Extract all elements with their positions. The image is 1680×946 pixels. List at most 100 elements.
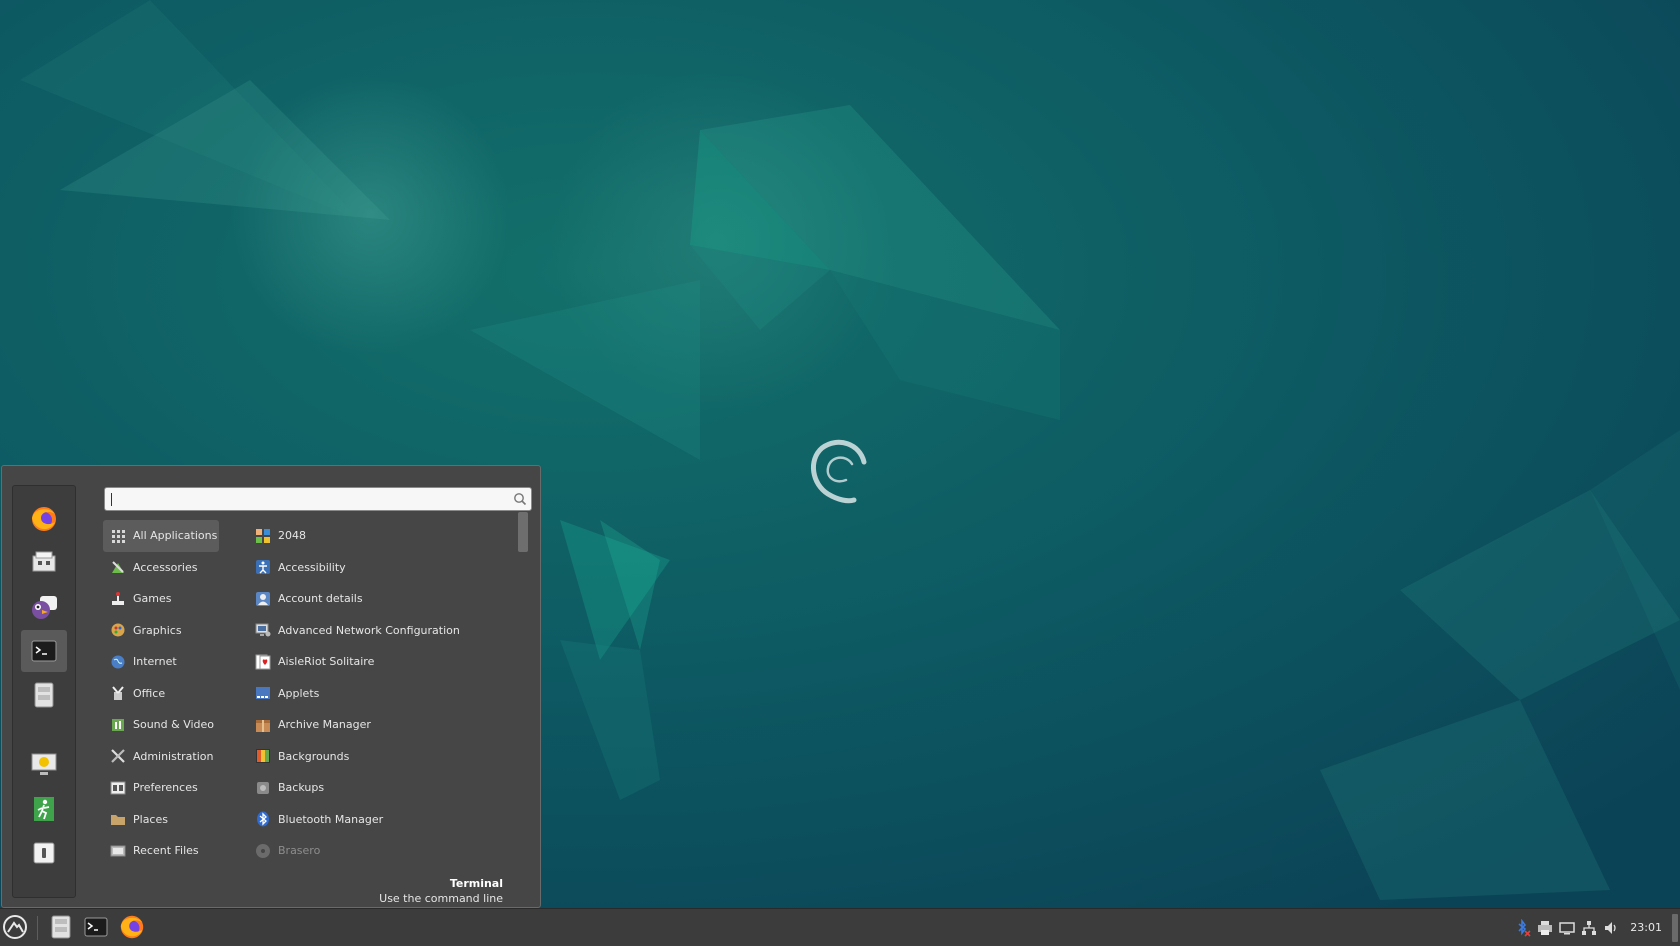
- grid-icon: [110, 528, 126, 544]
- selected-app-info: Terminal Use the command line: [379, 876, 503, 906]
- lock-screen-button[interactable]: [21, 744, 67, 786]
- favorite-pidgin[interactable]: [21, 586, 67, 628]
- launcher-file-manager[interactable]: [46, 912, 76, 942]
- category-places[interactable]: Places: [103, 804, 219, 836]
- volume-icon: [1605, 921, 1616, 934]
- shutdown-icon: [33, 842, 55, 864]
- app-backgrounds[interactable]: Backgrounds: [248, 741, 508, 773]
- app-advanced-network-configuration[interactable]: Advanced Network Configuration: [248, 615, 508, 647]
- app-aisleriot-solitaire[interactable]: AisleRiot Solitaire: [248, 646, 508, 678]
- category-games[interactable]: Games: [103, 583, 219, 615]
- app-label: Advanced Network Configuration: [278, 623, 460, 637]
- logout-icon: [34, 797, 54, 821]
- search-icon[interactable]: [513, 492, 527, 506]
- category-label: Graphics: [133, 623, 182, 637]
- folder-icon: [110, 811, 126, 827]
- app-label: Archive Manager: [278, 718, 371, 732]
- category-label: Games: [133, 592, 172, 606]
- category-list: All Applications Accessories Games Graph…: [103, 520, 219, 867]
- search-input[interactable]: [109, 490, 503, 510]
- app-label: Account details: [278, 592, 363, 606]
- games-icon: [110, 591, 126, 607]
- scrollbar-thumb[interactable]: [518, 512, 528, 552]
- category-administration[interactable]: Administration: [103, 741, 219, 773]
- app-brasero[interactable]: Brasero: [248, 835, 508, 867]
- app-label: Applets: [278, 686, 320, 700]
- display-tray[interactable]: [1558, 919, 1576, 937]
- show-desktop-button[interactable]: [1672, 914, 1678, 942]
- graphics-icon: [110, 622, 126, 638]
- preferences-icon: [110, 780, 126, 796]
- accessories-icon: [110, 559, 126, 575]
- sound-video-icon: [110, 717, 126, 733]
- category-sound-video[interactable]: Sound & Video: [103, 709, 219, 741]
- volume-tray[interactable]: [1602, 919, 1620, 937]
- app-list-scrollbar[interactable]: [517, 512, 528, 874]
- firefox-icon: [120, 915, 144, 939]
- favorite-file-manager[interactable]: [21, 674, 67, 716]
- launcher-terminal[interactable]: [81, 912, 111, 942]
- category-label: Preferences: [133, 781, 198, 795]
- category-all-applications[interactable]: All Applications: [103, 520, 219, 552]
- app-label: Backgrounds: [278, 749, 350, 763]
- panel-separator: [37, 916, 38, 940]
- system-tray: 23:01: [1514, 909, 1662, 946]
- category-label: Places: [133, 812, 168, 826]
- printer-tray[interactable]: [1536, 919, 1554, 937]
- category-label: Sound & Video: [133, 718, 215, 732]
- internet-icon: [110, 654, 126, 670]
- text-cursor: [111, 493, 112, 506]
- application-menu: All Applications Accessories Games Graph…: [1, 465, 541, 908]
- category-internet[interactable]: Internet: [103, 646, 219, 678]
- app-label: AisleRiot Solitaire: [278, 655, 375, 669]
- file-manager-icon: [34, 682, 54, 708]
- app-archive-manager[interactable]: Archive Manager: [248, 709, 508, 741]
- selected-app-title: Terminal: [449, 877, 503, 890]
- app-accessibility[interactable]: Accessibility: [248, 552, 508, 584]
- favorite-firefox[interactable]: [21, 498, 67, 540]
- terminal-icon: [31, 640, 57, 662]
- terminal-icon: [84, 917, 108, 937]
- favorite-terminal[interactable]: [21, 630, 67, 672]
- category-recent-files[interactable]: Recent Files: [103, 835, 219, 867]
- app-applets[interactable]: Applets: [248, 678, 508, 710]
- selected-app-description: Use the command line: [379, 892, 503, 905]
- category-graphics[interactable]: Graphics: [103, 615, 219, 647]
- network-tray[interactable]: [1580, 919, 1598, 937]
- firefox-icon: [32, 507, 56, 531]
- pidgin-icon: [32, 596, 57, 619]
- app-label: Brasero: [278, 844, 321, 858]
- shutdown-button[interactable]: [21, 832, 67, 874]
- category-label: Office: [133, 686, 166, 700]
- category-label: Internet: [133, 655, 177, 669]
- app-account-details[interactable]: Account details: [248, 583, 508, 615]
- software-manager-icon: [32, 551, 56, 572]
- category-office[interactable]: Office: [103, 678, 219, 710]
- app-bluetooth-manager[interactable]: Bluetooth Manager: [248, 804, 508, 836]
- lock-screen-icon: [31, 753, 57, 775]
- menu-button[interactable]: [0, 912, 30, 942]
- application-list: 2048 Accessibility Account details Advan…: [248, 520, 508, 867]
- recent-files-icon: [110, 843, 126, 859]
- category-accessories[interactable]: Accessories: [103, 552, 219, 584]
- favorites-sidebar: [12, 485, 76, 898]
- printer-icon: [1538, 920, 1553, 935]
- bluetooth-tray[interactable]: [1514, 918, 1532, 937]
- category-preferences[interactable]: Preferences: [103, 772, 219, 804]
- favorite-software-manager[interactable]: [21, 542, 67, 584]
- logout-button[interactable]: [21, 788, 67, 830]
- clock[interactable]: 23:01: [1630, 921, 1662, 934]
- backgrounds-icon: [255, 748, 271, 764]
- app-backups[interactable]: Backups: [248, 772, 508, 804]
- search-box[interactable]: [104, 487, 532, 511]
- launcher-firefox[interactable]: [117, 912, 147, 942]
- category-label: Accessories: [133, 560, 198, 574]
- menu-icon: [3, 915, 27, 939]
- bluetooth-icon: [255, 811, 271, 827]
- network-icon: [1582, 920, 1597, 935]
- brasero-icon: [255, 843, 271, 859]
- file-manager-icon: [51, 915, 71, 939]
- app-2048[interactable]: 2048: [248, 520, 508, 552]
- applets-icon: [255, 685, 271, 701]
- app-label: 2048: [278, 529, 306, 543]
